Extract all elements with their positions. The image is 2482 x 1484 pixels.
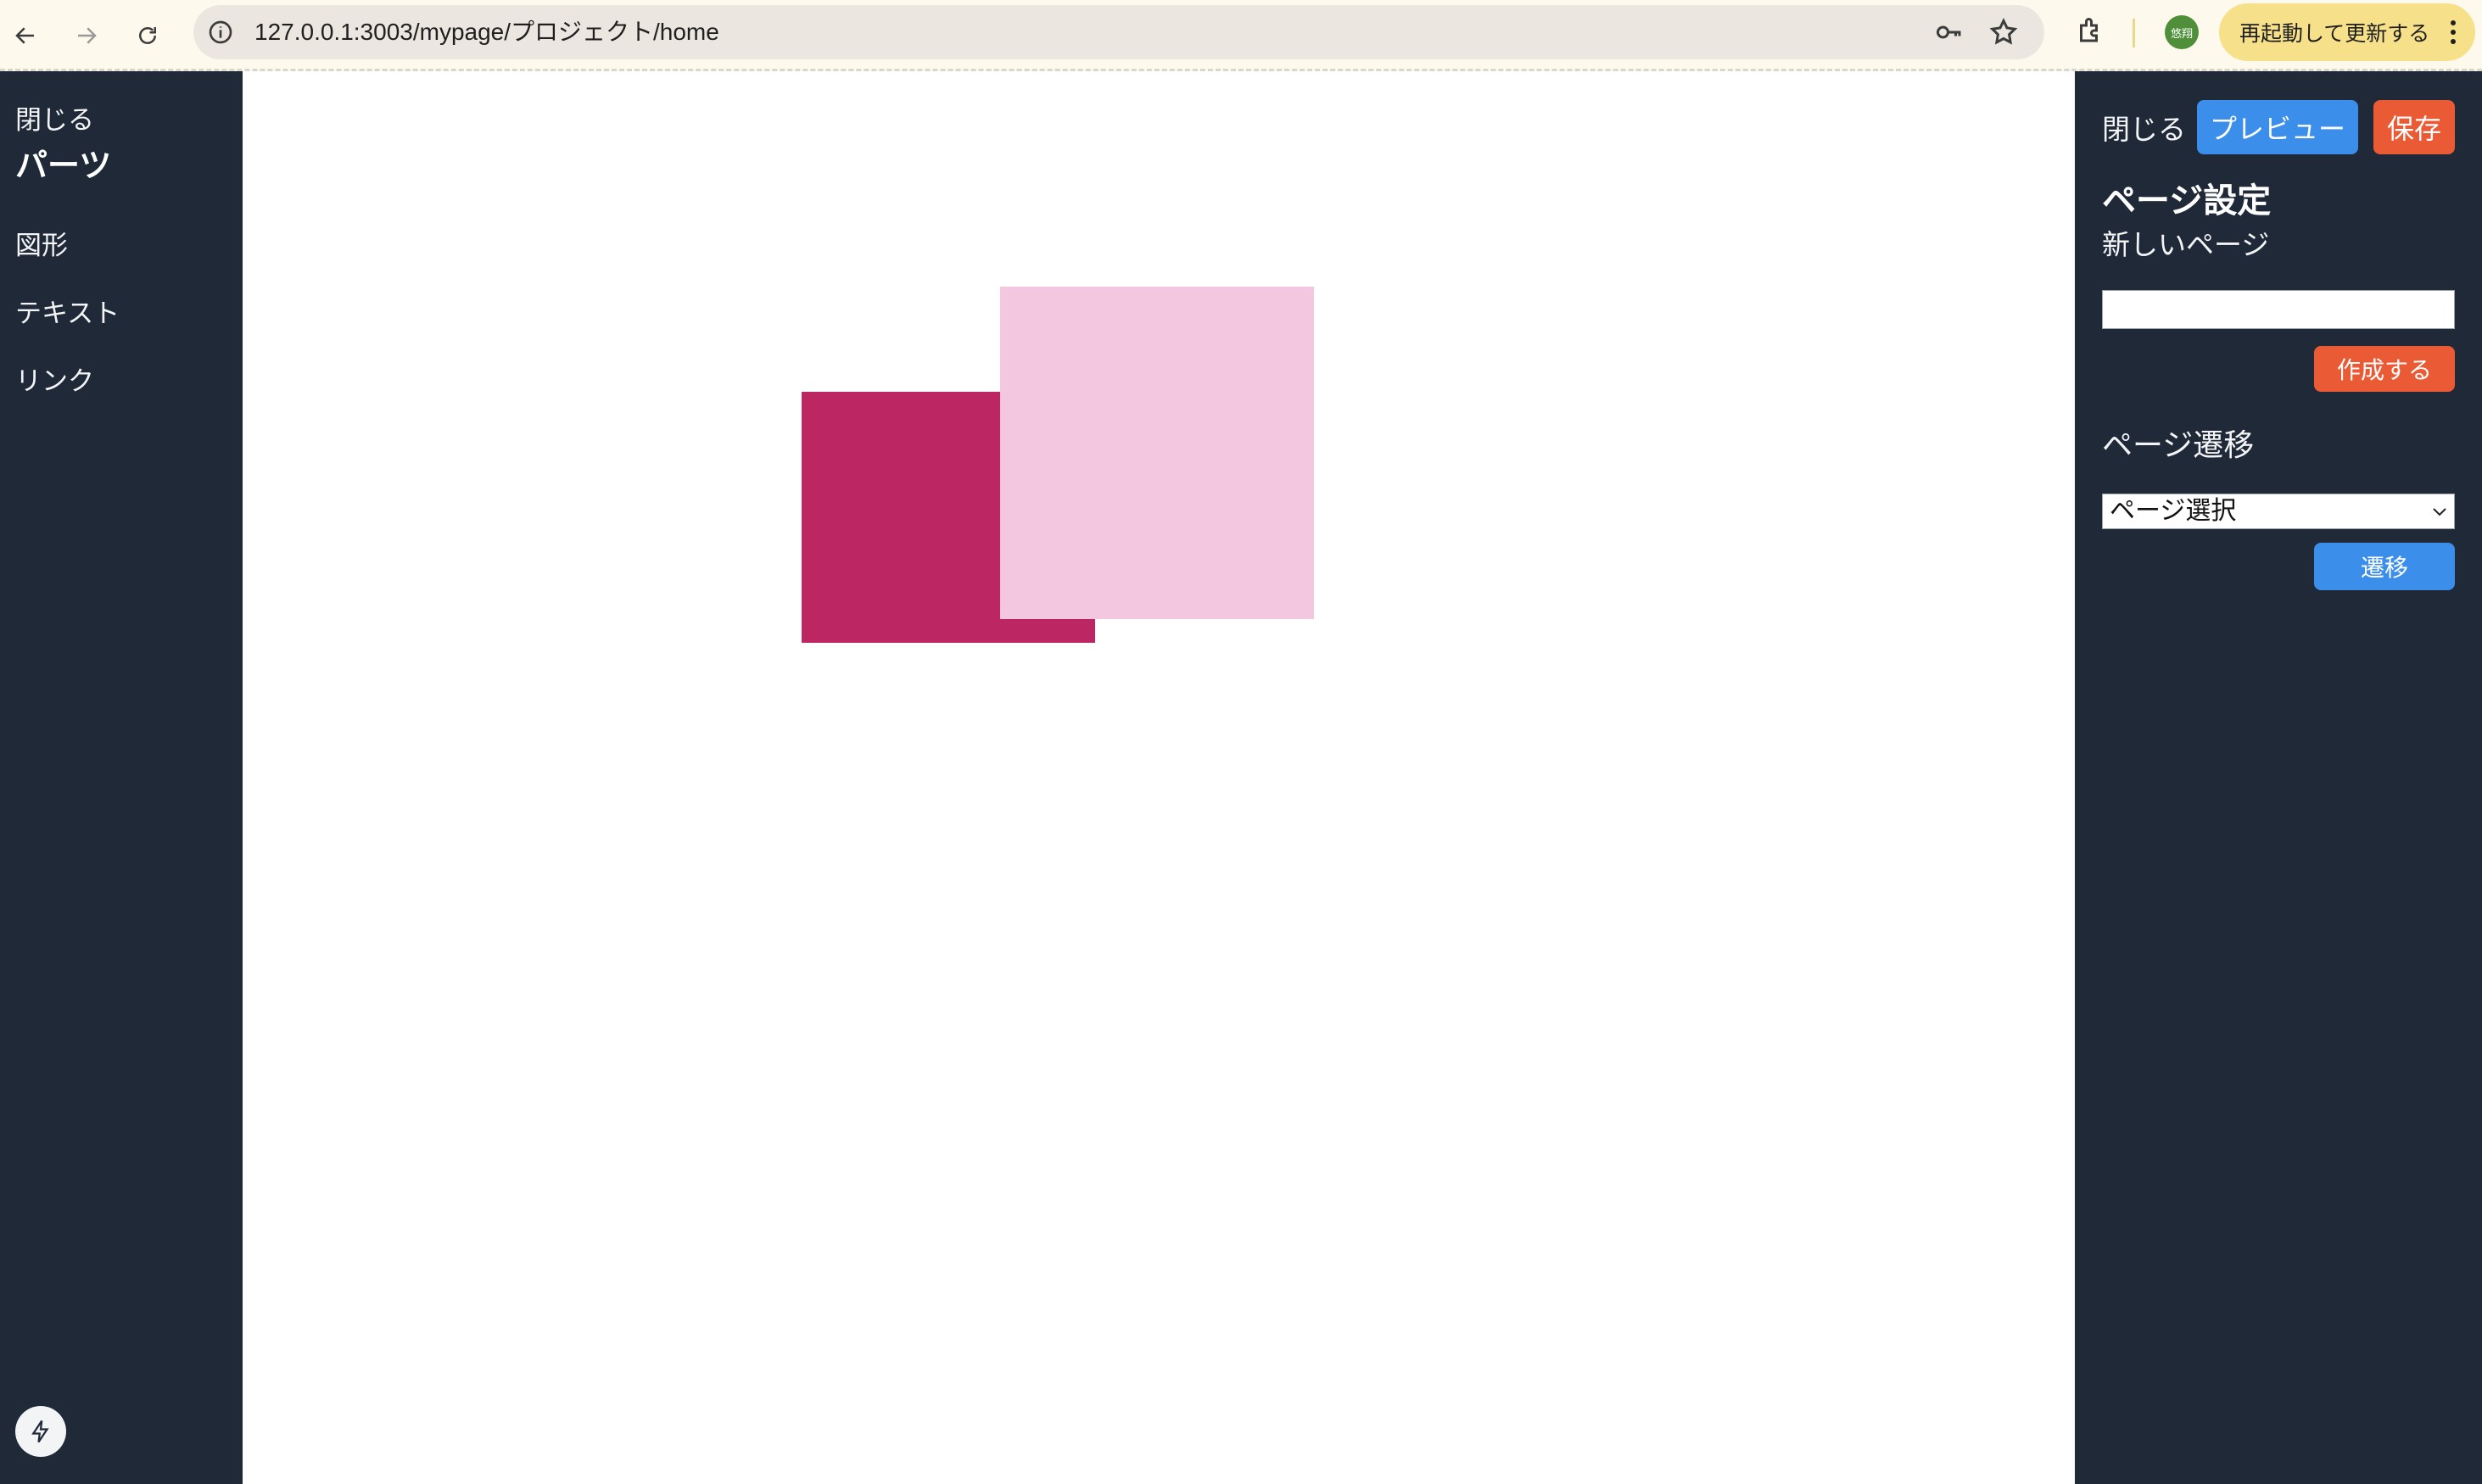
- toolbar-divider: [2133, 19, 2135, 47]
- parts-sidebar: 閉じる パーツ 図形 テキスト リンク: [0, 71, 243, 1484]
- page-navigation-title: ページ遷移: [2102, 428, 2255, 463]
- url-text[interactable]: 127.0.0.1:3003/mypage/プロジェクト/home: [254, 5, 719, 59]
- more-menu-icon: [2451, 20, 2456, 44]
- page-select-value: ページ選択: [2110, 496, 2237, 526]
- bookmark-star-icon[interactable]: [1988, 17, 2019, 47]
- parts-item-link[interactable]: リンク: [15, 360, 94, 398]
- extensions-puzzle-icon[interactable]: [2075, 15, 2105, 46]
- forward-button[interactable]: [66, 15, 107, 56]
- page-select-dropdown[interactable]: ページ選択: [2102, 494, 2455, 529]
- parts-item-shapes[interactable]: 図形: [15, 224, 68, 262]
- site-info-icon[interactable]: [207, 19, 234, 46]
- parts-close-link[interactable]: 閉じる: [15, 98, 94, 137]
- save-button[interactable]: 保存: [2373, 100, 2455, 154]
- preview-button[interactable]: プレビュー: [2197, 100, 2358, 154]
- chevron-down-icon: [2433, 508, 2446, 516]
- new-page-input[interactable]: [2102, 290, 2455, 329]
- pink-rectangle[interactable]: [1000, 287, 1314, 619]
- key-icon[interactable]: [1934, 17, 1965, 47]
- relaunch-update-button[interactable]: 再起動して更新する: [2219, 3, 2475, 61]
- address-bar[interactable]: 127.0.0.1:3003/mypage/プロジェクト/home: [193, 5, 2044, 59]
- back-arrow-icon: [15, 27, 34, 44]
- reload-icon: [139, 27, 156, 44]
- parts-title: パーツ: [15, 147, 112, 184]
- relaunch-update-label: 再起動して更新する: [2239, 21, 2430, 46]
- profile-avatar[interactable]: 悠翔: [2165, 15, 2199, 49]
- page-settings-panel: 閉じる プレビュー 保存 ページ設定 新しいページ 作成する ページ遷移 ページ…: [2075, 71, 2482, 1484]
- create-page-button[interactable]: 作成する: [2314, 346, 2455, 392]
- navigate-button[interactable]: 遷移: [2314, 543, 2455, 590]
- lightning-bolt-icon: [31, 1420, 49, 1443]
- reload-button[interactable]: [127, 15, 168, 56]
- settings-close-link[interactable]: 閉じる: [2102, 107, 2186, 148]
- back-button[interactable]: [5, 15, 46, 56]
- parts-item-text[interactable]: テキスト: [15, 292, 120, 330]
- page-settings-heading: ページ設定: [2102, 181, 2272, 220]
- dev-tools-button[interactable]: [15, 1406, 66, 1457]
- browser-toolbar: 127.0.0.1:3003/mypage/プロジェクト/home 悠翔 再起動…: [0, 0, 2482, 71]
- editor-canvas[interactable]: [243, 71, 2075, 1484]
- new-page-label: 新しいページ: [2102, 228, 2270, 261]
- forward-arrow-icon: [78, 27, 97, 44]
